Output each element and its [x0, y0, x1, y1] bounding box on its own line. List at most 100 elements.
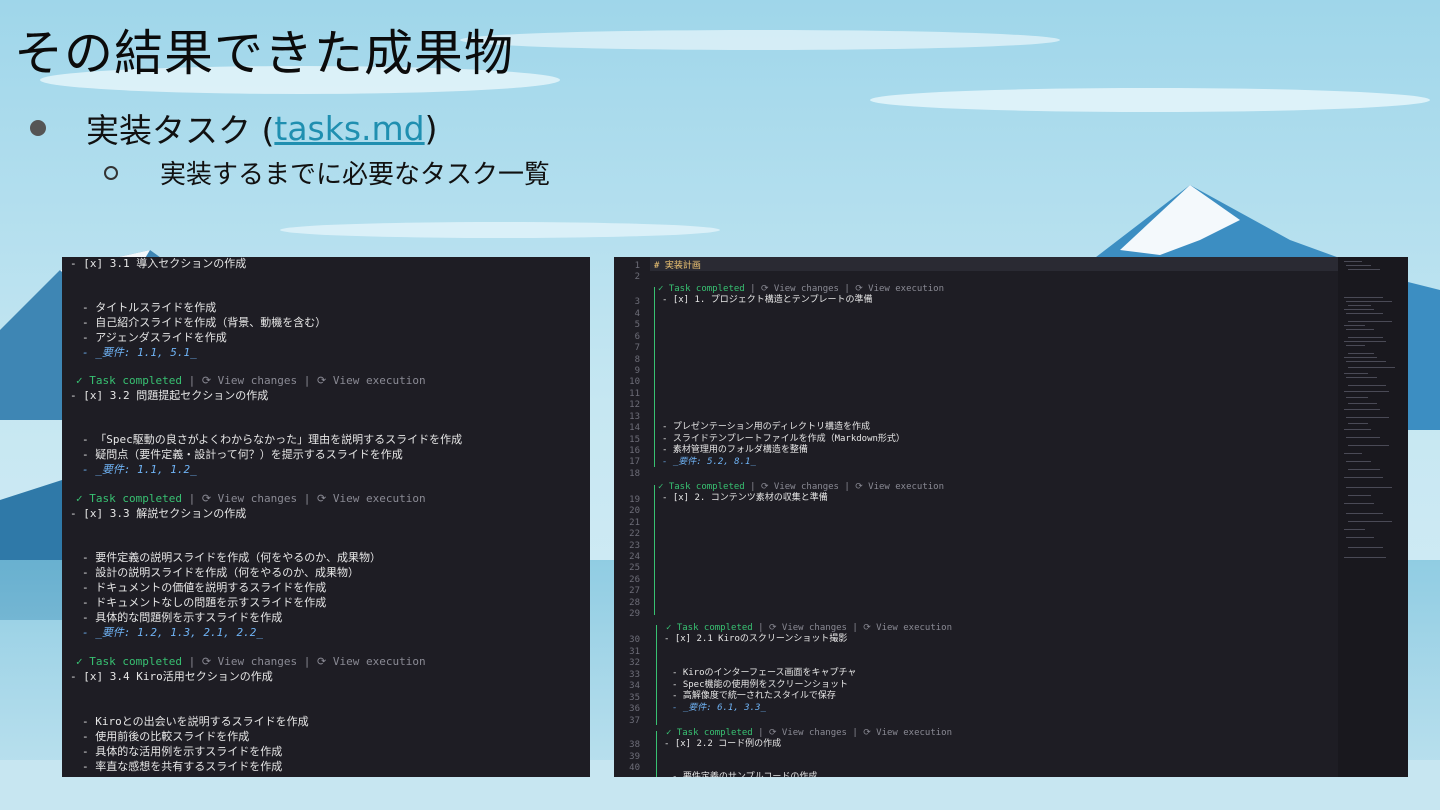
subtask-item: - タイトルスライドを作成 [82, 301, 217, 314]
minimap-line [1346, 487, 1392, 488]
subtask-item: - Kiroとの出会いを説明するスライドを作成 [82, 715, 309, 728]
subtask-item: - Kiroのインターフェース画面をキャプチャ [672, 668, 857, 678]
minimap-line [1346, 437, 1380, 438]
task-block-marker [654, 485, 655, 615]
task-status-row[interactable]: ✓ Task completed | ⟳ View changes | ⟳ Vi… [76, 492, 426, 506]
line-number: 5 [634, 320, 640, 330]
task-completed-label: ✓ Task completed [658, 284, 751, 294]
line-number: 7 [634, 343, 640, 353]
subtask-item: - 高解像度で統一されたスタイルで保存 [672, 691, 836, 701]
view-links[interactable]: | ⟳ View changes | ⟳ View execution [189, 374, 426, 387]
subtask-item: - 設計の説明スライドを作成（何をやるのか、成果物） [82, 566, 360, 579]
minimap-line [1348, 445, 1389, 446]
minimap-line [1344, 309, 1374, 310]
subtask-item: - 使用前後の比較スライドを作成 [82, 730, 250, 743]
minimap-line [1344, 503, 1374, 504]
view-links[interactable]: | ⟳ View changes | ⟳ View execution [758, 728, 952, 738]
task-item: - [x] 2. コンテンツ素材の収集と準備 [662, 493, 828, 503]
subtask-item: - 率直な感想を共有するスライドを作成 [82, 760, 283, 773]
line-number: 37 [629, 716, 640, 726]
view-links[interactable]: | ⟳ View changes | ⟳ View execution [750, 482, 944, 492]
line-number: 11 [629, 389, 640, 399]
line-number: 15 [629, 435, 640, 445]
minimap-line [1346, 377, 1377, 378]
subtask-item: - 具体的な活用例を示すスライドを作成 [82, 745, 283, 758]
task-status-row[interactable]: ✓ Task completed | ⟳ View changes | ⟳ Vi… [666, 623, 952, 634]
line-number: 25 [629, 563, 640, 573]
line-number: 28 [629, 598, 640, 608]
minimap-line [1348, 423, 1368, 424]
line-number: 27 [629, 586, 640, 596]
minimap-line [1348, 469, 1380, 470]
minimap-line [1346, 513, 1383, 514]
task-block-marker [656, 625, 657, 725]
minimap-line [1346, 313, 1383, 314]
minimap-line [1344, 391, 1389, 392]
line-number: 35 [629, 693, 640, 703]
task-item: - [x] 3.3 解説セクションの作成 [70, 507, 247, 520]
minimap-line [1348, 337, 1383, 338]
subtask-item: - 自己紹介スライドを作成（背景、動機を含む） [82, 316, 327, 329]
minimap-line [1344, 261, 1362, 262]
tasks-screenshot-left: - [x] 3.1 導入セクションの作成 - タイトルスライドを作成 - 自己紹介ス… [62, 257, 590, 777]
minimap-line [1344, 297, 1383, 298]
hollow-bullet-icon [104, 165, 118, 180]
minimap-line [1346, 265, 1371, 266]
task-status-row[interactable]: ✓ Task completed | ⟳ View changes | ⟳ Vi… [658, 482, 944, 493]
view-links[interactable]: | ⟳ View changes | ⟳ View execution [189, 492, 426, 505]
task-item: - [x] 3.4 Kiro活用セクションの作成 [70, 670, 273, 683]
minimap-line [1344, 341, 1386, 342]
minimap-line [1348, 521, 1392, 522]
minimap-line [1348, 403, 1377, 404]
task-item: - [x] 3.1 導入セクションの作成 [70, 257, 247, 270]
tasks-md-link[interactable]: tasks.md [274, 109, 424, 148]
minimap-line [1346, 397, 1368, 398]
minimap-line [1346, 461, 1371, 462]
minimap-line [1346, 537, 1374, 538]
task-status-row[interactable]: ✓ Task completed | ⟳ View changes | ⟳ Vi… [76, 655, 426, 669]
subtask-item: - プレゼンテーション用のディレクトリ構造を作成 [662, 422, 871, 432]
line-number: 38 [629, 740, 640, 750]
line-number: 32 [629, 658, 640, 668]
line-number: 4 [634, 309, 640, 319]
view-links[interactable]: | ⟳ View changes | ⟳ View execution [189, 655, 426, 668]
requirement-ref: - _要件: 1.1, 1.2_ [82, 463, 197, 476]
line-number: 14 [629, 423, 640, 433]
minimap-line [1346, 301, 1392, 302]
line-number: 33 [629, 670, 640, 680]
subtask-item: - 素材管理用のフォルダ構造を整備 [662, 445, 808, 455]
editor-minimap[interactable] [1338, 257, 1408, 777]
task-completed-label: ✓ Task completed [666, 623, 759, 633]
task-completed-label: ✓ Task completed [76, 374, 189, 387]
minimap-line [1348, 305, 1371, 306]
minimap-line [1344, 529, 1365, 530]
minimap-line [1344, 373, 1368, 374]
view-links[interactable]: | ⟳ View changes | ⟳ View execution [750, 284, 944, 294]
line-number: 3 [634, 297, 640, 307]
line-number: 23 [629, 541, 640, 551]
task-item: - [x] 2.1 Kiroのスクリーンショット撮影 [664, 634, 848, 644]
task-status-row[interactable]: ✓ Task completed | ⟳ View changes | ⟳ Vi… [658, 284, 944, 295]
line-number: 26 [629, 575, 640, 585]
line-number: 40 [629, 763, 640, 773]
task-block-marker [656, 731, 657, 777]
bullet-text: 実装タスク ( [86, 111, 275, 150]
subtask-item: - ドキュメントなしの問題を示すスライドを作成 [82, 596, 327, 609]
line-number: 20 [629, 506, 640, 516]
subtask-item: - 要件定義の説明スライドを作成（何をやるのか、成果物） [82, 551, 382, 564]
task-completed-label: ✓ Task completed [666, 728, 759, 738]
task-status-row[interactable]: ✓ Task completed | ⟳ View changes | ⟳ Vi… [666, 728, 952, 739]
view-links[interactable]: | ⟳ View changes | ⟳ View execution [758, 623, 952, 633]
minimap-line [1348, 269, 1380, 270]
task-item: - [x] 1. プロジェクト構造とテンプレートの準備 [662, 295, 873, 305]
line-number: 31 [629, 647, 640, 657]
line-number: 17 [629, 457, 640, 467]
task-block-marker [654, 287, 655, 467]
requirement-ref: - _要件: 5.2, 8.1_ [662, 457, 756, 467]
task-status-row[interactable]: ✓ Task completed | ⟳ View changes | ⟳ Vi… [76, 374, 426, 388]
task-completed-label: ✓ Task completed [76, 492, 189, 505]
bullet-dot-icon [30, 120, 46, 136]
requirement-ref: - _要件: 6.1, 3.3_ [672, 703, 766, 713]
sub-bullet-task-list: 実装するまでに必要なタスク一覧 [104, 154, 550, 191]
line-number: 24 [629, 552, 640, 562]
